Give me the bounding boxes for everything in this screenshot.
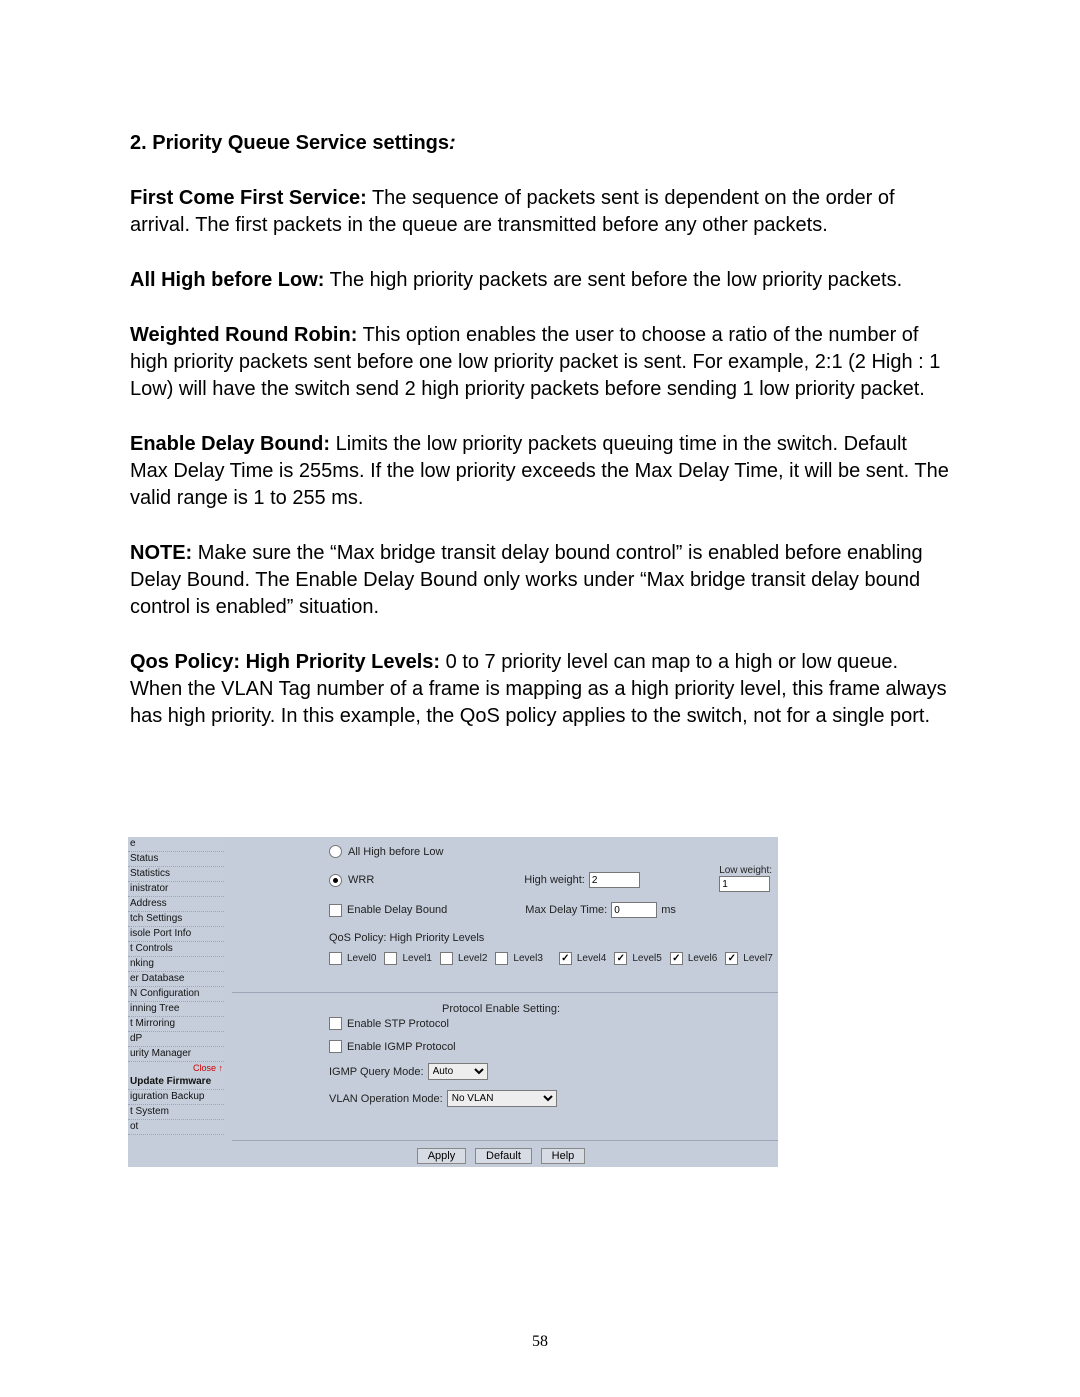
sidebar-item[interactable]: dP bbox=[128, 1032, 224, 1047]
note-text: Make sure the “Max bridge transit delay … bbox=[130, 542, 923, 618]
level7-label: Level7 bbox=[743, 953, 772, 964]
sidebar-item[interactable]: t Controls bbox=[128, 942, 224, 957]
enable-delay-checkbox[interactable] bbox=[329, 904, 342, 917]
vlan-mode-select[interactable]: No VLAN bbox=[447, 1090, 557, 1107]
igmp-label: Enable IGMP Protocol bbox=[347, 1041, 456, 1053]
delay-label: Enable Delay Bound: bbox=[130, 433, 330, 455]
para-allhigh: All High before Low: The high priority p… bbox=[130, 267, 950, 294]
radio-wrr[interactable] bbox=[329, 874, 342, 887]
sidebar-item[interactable]: er Database bbox=[128, 972, 224, 987]
sidebar-item[interactable]: ot bbox=[128, 1120, 224, 1135]
sidebar-item[interactable]: inistrator bbox=[128, 882, 224, 897]
close-label: Close bbox=[193, 1063, 216, 1073]
default-button[interactable]: Default bbox=[475, 1148, 532, 1164]
level2-label: Level2 bbox=[458, 953, 487, 964]
up-arrow-icon: ↑ bbox=[219, 1063, 223, 1073]
level7-checkbox[interactable] bbox=[725, 952, 738, 965]
level4-label: Level4 bbox=[577, 953, 606, 964]
section-heading: 2. Priority Queue Service settings: bbox=[130, 130, 950, 157]
high-weight-label: High weight: bbox=[524, 874, 585, 886]
protocol-header: Protocol Enable Setting: bbox=[224, 1003, 778, 1015]
protocol-form: Enable STP Protocol Enable IGMP Protocol… bbox=[329, 1017, 778, 1121]
igmp-query-select[interactable]: Auto bbox=[428, 1063, 488, 1080]
sidebar-item[interactable]: t Mirroring bbox=[128, 1017, 224, 1032]
priority-form: All High before Low WRR High weight: Low… bbox=[329, 845, 778, 979]
button-row: Apply Default Help bbox=[224, 1148, 778, 1164]
sidebar-item[interactable]: isole Port Info bbox=[128, 927, 224, 942]
ms-label: ms bbox=[661, 904, 676, 916]
para-fcfs: First Come First Service: The sequence o… bbox=[130, 185, 950, 239]
level5-checkbox[interactable] bbox=[614, 952, 627, 965]
level6-checkbox[interactable] bbox=[670, 952, 683, 965]
allhigh-label: All High before Low: bbox=[130, 269, 324, 291]
stp-checkbox[interactable] bbox=[329, 1017, 342, 1030]
level4-checkbox[interactable] bbox=[559, 952, 572, 965]
qos-label: Qos Policy: High Priority Levels: bbox=[130, 651, 440, 673]
high-weight-input[interactable] bbox=[589, 872, 640, 888]
para-delay: Enable Delay Bound: Limits the low prior… bbox=[130, 431, 950, 512]
sidebar-item[interactable]: Update Firmware bbox=[128, 1075, 224, 1090]
level0-checkbox[interactable] bbox=[329, 952, 342, 965]
sidebar-item[interactable]: inning Tree bbox=[128, 1002, 224, 1017]
wrr-opt-label: WRR bbox=[348, 874, 374, 886]
para-note: NOTE: Make sure the “Max bridge transit … bbox=[130, 540, 950, 621]
level5-label: Level5 bbox=[632, 953, 661, 964]
heading-text: 2. Priority Queue Service settings bbox=[130, 132, 449, 154]
wrr-label: Weighted Round Robin: bbox=[130, 324, 357, 346]
igmp-checkbox[interactable] bbox=[329, 1040, 342, 1053]
low-weight-block: Low weight: bbox=[719, 865, 772, 892]
fcfs-label: First Come First Service: bbox=[130, 187, 367, 209]
heading-colon: : bbox=[449, 132, 456, 154]
sidebar-item[interactable]: Statistics bbox=[128, 867, 224, 882]
sidebar-item[interactable]: iguration Backup bbox=[128, 1090, 224, 1105]
sidebar-item[interactable]: nking bbox=[128, 957, 224, 972]
qos-policy-label: QoS Policy: High Priority Levels bbox=[329, 932, 778, 944]
sidebar-item[interactable]: urity Manager bbox=[128, 1047, 224, 1062]
all-high-label: All High before Low bbox=[348, 846, 443, 858]
level2-checkbox[interactable] bbox=[440, 952, 453, 965]
sidebar-item[interactable]: Address bbox=[128, 897, 224, 912]
para-wrr: Weighted Round Robin: This option enable… bbox=[130, 322, 950, 403]
sidebar-item[interactable]: e bbox=[128, 837, 224, 852]
level1-checkbox[interactable] bbox=[384, 952, 397, 965]
radio-all-high[interactable] bbox=[329, 845, 342, 858]
igmp-query-label: IGMP Query Mode: bbox=[329, 1066, 424, 1078]
page-number: 58 bbox=[0, 1333, 1080, 1351]
vlan-mode-label: VLAN Operation Mode: bbox=[329, 1093, 443, 1105]
sidebar-item[interactable]: tch Settings bbox=[128, 912, 224, 927]
help-button[interactable]: Help bbox=[541, 1148, 586, 1164]
sidebar-item[interactable]: Status bbox=[128, 852, 224, 867]
level0-label: Level0 bbox=[347, 953, 376, 964]
max-delay-input[interactable] bbox=[611, 902, 657, 918]
stp-label: Enable STP Protocol bbox=[347, 1018, 449, 1030]
low-weight-label: Low weight: bbox=[719, 865, 772, 876]
sidebar-item[interactable]: N Configuration bbox=[128, 987, 224, 1002]
level3-checkbox[interactable] bbox=[495, 952, 508, 965]
level3-label: Level3 bbox=[513, 953, 542, 964]
enable-delay-label: Enable Delay Bound bbox=[347, 904, 447, 916]
para-qos: Qos Policy: High Priority Levels: 0 to 7… bbox=[130, 649, 950, 730]
apply-button[interactable]: Apply bbox=[417, 1148, 467, 1164]
level1-label: Level1 bbox=[402, 953, 431, 964]
low-weight-input[interactable] bbox=[719, 876, 770, 892]
main-panel: All High before Low WRR High weight: Low… bbox=[224, 837, 778, 1167]
screenshot-panel: e Status Statistics inistrator Address t… bbox=[128, 837, 778, 1167]
max-delay-label: Max Delay Time: bbox=[525, 904, 607, 916]
sidebar: e Status Statistics inistrator Address t… bbox=[128, 837, 224, 1167]
sidebar-close[interactable]: Close ↑ bbox=[128, 1062, 224, 1075]
note-label: NOTE: bbox=[130, 542, 192, 564]
level6-label: Level6 bbox=[688, 953, 717, 964]
sidebar-item[interactable]: t System bbox=[128, 1105, 224, 1120]
allhigh-text: The high priority packets are sent befor… bbox=[324, 269, 902, 291]
